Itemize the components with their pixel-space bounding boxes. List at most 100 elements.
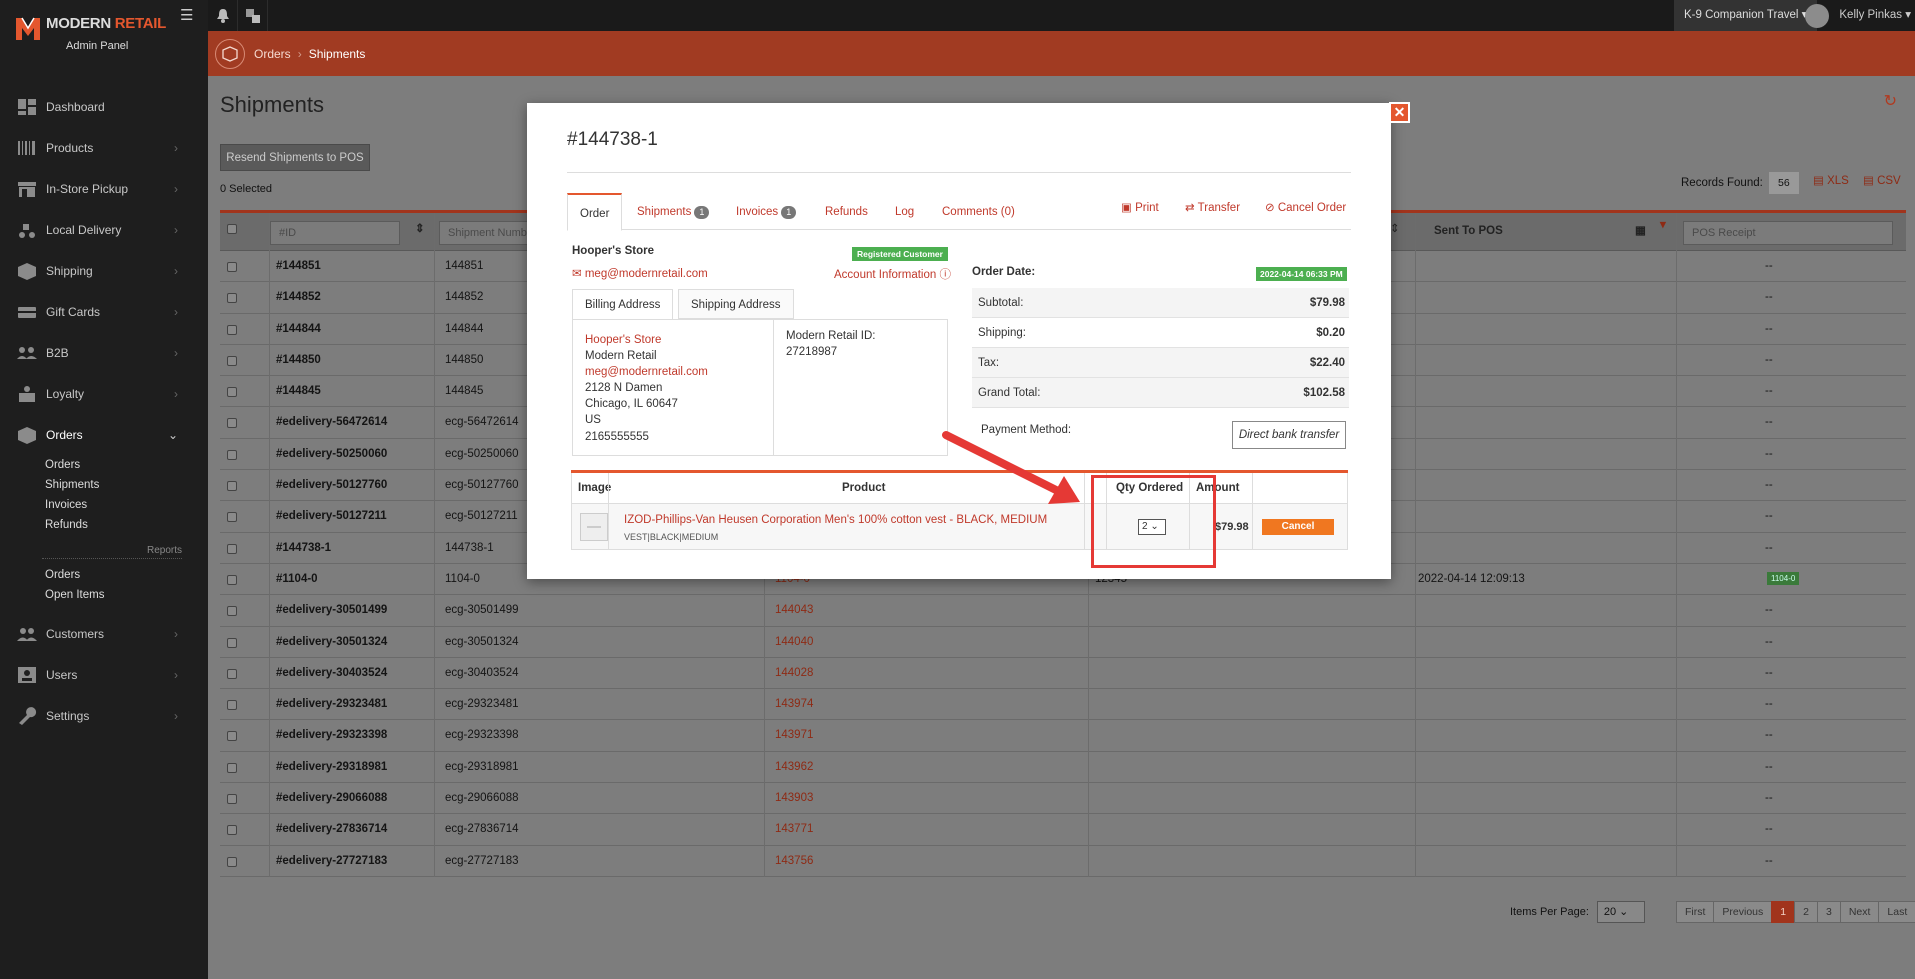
row-order-link[interactable]: 143903 bbox=[775, 792, 813, 804]
notifications-icon[interactable] bbox=[208, 0, 238, 31]
sidebar-item-b2b[interactable]: B2B › bbox=[0, 332, 208, 373]
row-checkbox[interactable] bbox=[227, 293, 237, 304]
page-first[interactable]: First bbox=[1676, 901, 1715, 923]
user-menu[interactable]: Kelly Pinkas ▾ bbox=[1805, 0, 1915, 31]
table-row[interactable]: #edelivery-30403524 ecg-30403524 144028 -- bbox=[220, 658, 1906, 690]
page-3[interactable]: 3 bbox=[1816, 901, 1841, 923]
close-modal-icon[interactable]: ✕ bbox=[1389, 102, 1410, 123]
row-order-link[interactable]: 144040 bbox=[775, 636, 813, 648]
id-filter-input[interactable]: #ID bbox=[270, 221, 400, 245]
account-information-link[interactable]: Account Information ⓘ bbox=[834, 266, 951, 282]
collapse-sidebar-icon[interactable]: ☰ bbox=[180, 6, 193, 24]
tab-log[interactable]: Log bbox=[895, 193, 914, 230]
row-checkbox[interactable] bbox=[227, 324, 237, 335]
row-order-link[interactable]: 144028 bbox=[775, 667, 813, 679]
store-selector[interactable]: K-9 Companion Travel ▾ bbox=[1674, 0, 1818, 31]
tab-invoices[interactable]: Invoices 1 bbox=[736, 193, 797, 230]
submenu-orders[interactable]: Orders bbox=[45, 455, 208, 475]
tab-order[interactable]: Order bbox=[567, 193, 623, 231]
apps-icon[interactable] bbox=[238, 0, 268, 31]
table-row[interactable]: #edelivery-29323481 ecg-29323481 143974 -- bbox=[220, 689, 1906, 721]
refresh-icon[interactable]: ↻ bbox=[1884, 91, 1897, 111]
sort-icon[interactable]: ⇕ bbox=[1390, 221, 1400, 235]
row-checkbox[interactable] bbox=[227, 512, 237, 523]
row-order-link[interactable]: 143971 bbox=[775, 729, 813, 741]
table-row[interactable]: #edelivery-30501324 ecg-30501324 144040 -- bbox=[220, 627, 1906, 658]
filter-caret-icon[interactable]: ▾ bbox=[1660, 217, 1666, 231]
submenu-open-items[interactable]: Open Items bbox=[45, 585, 208, 605]
row-checkbox[interactable] bbox=[227, 668, 237, 679]
resend-shipments-button[interactable]: Resend Shipments to POS bbox=[220, 144, 370, 171]
tab-shipping-address[interactable]: Shipping Address bbox=[678, 289, 794, 319]
sidebar-item-products[interactable]: Products › bbox=[0, 127, 208, 168]
row-checkbox[interactable] bbox=[227, 418, 237, 429]
row-order-link[interactable]: 143962 bbox=[775, 761, 813, 773]
page-next[interactable]: Next bbox=[1839, 901, 1880, 923]
row-order-link[interactable]: 143974 bbox=[775, 698, 813, 710]
row-order-link[interactable]: 143771 bbox=[775, 823, 813, 835]
export-csv-button[interactable]: ▤ CSV bbox=[1863, 173, 1901, 187]
billing-email-link[interactable]: meg@modernretail.com bbox=[585, 364, 761, 380]
print-button[interactable]: ▣ Print bbox=[1121, 200, 1159, 214]
row-checkbox[interactable] bbox=[227, 762, 237, 773]
cancel-order-button[interactable]: ⊘ Cancel Order bbox=[1265, 200, 1346, 214]
sidebar-item-customers[interactable]: Customers › bbox=[0, 613, 208, 654]
tab-comments[interactable]: Comments (0) bbox=[942, 193, 1015, 230]
tab-shipments[interactable]: Shipments 1 bbox=[637, 193, 710, 230]
billing-name-link[interactable]: Hooper's Store bbox=[585, 332, 761, 348]
tab-billing-address[interactable]: Billing Address bbox=[572, 289, 674, 320]
row-checkbox[interactable] bbox=[227, 262, 237, 272]
row-checkbox[interactable] bbox=[227, 637, 237, 648]
row-checkbox[interactable] bbox=[227, 825, 237, 836]
page-previous[interactable]: Previous bbox=[1713, 901, 1773, 923]
row-checkbox[interactable] bbox=[227, 731, 237, 742]
cancel-item-button[interactable]: Cancel bbox=[1262, 519, 1334, 535]
sidebar-item-in-store-pickup[interactable]: In-Store Pickup › bbox=[0, 168, 208, 209]
export-xls-button[interactable]: ▤ XLS bbox=[1813, 173, 1849, 187]
row-checkbox[interactable] bbox=[227, 574, 237, 585]
sort-icon[interactable]: ⇕ bbox=[415, 221, 425, 235]
calendar-icon[interactable]: ▦ bbox=[1635, 223, 1646, 237]
pos-receipt-filter-input[interactable]: POS Receipt bbox=[1683, 221, 1893, 245]
submenu-shipments[interactable]: Shipments bbox=[45, 475, 208, 495]
row-checkbox[interactable] bbox=[227, 355, 237, 366]
page-2[interactable]: 2 bbox=[1794, 901, 1818, 923]
sent-to-pos-header[interactable]: Sent To POS bbox=[1434, 225, 1503, 237]
table-row[interactable]: #edelivery-29323398 ecg-29323398 143971 -- bbox=[220, 720, 1906, 752]
table-row[interactable]: #edelivery-29318981 ecg-29318981 143962 -- bbox=[220, 752, 1906, 784]
sidebar-item-local-delivery[interactable]: Local Delivery › bbox=[0, 209, 208, 250]
product-name-link[interactable]: IZOD-Phillips-Van Heusen Corporation Men… bbox=[624, 514, 1047, 526]
submenu-invoices[interactable]: Invoices bbox=[45, 495, 208, 515]
sidebar-item-shipping[interactable]: Shipping › bbox=[0, 250, 208, 291]
sidebar-item-users[interactable]: Users › bbox=[0, 654, 208, 695]
sidebar-item-dashboard[interactable]: Dashboard bbox=[0, 86, 208, 127]
breadcrumb-orders[interactable]: Orders bbox=[254, 47, 291, 61]
submenu-refunds[interactable]: Refunds bbox=[45, 515, 208, 535]
row-order-link[interactable]: 144043 bbox=[775, 604, 813, 616]
sidebar-item-orders[interactable]: Orders ⌄ bbox=[0, 414, 208, 455]
select-all-checkbox[interactable] bbox=[227, 224, 237, 234]
page-1[interactable]: 1 bbox=[1771, 901, 1796, 923]
table-row[interactable]: #edelivery-29066088 ecg-29066088 143903 -- bbox=[220, 783, 1906, 815]
orders-box-icon[interactable] bbox=[215, 38, 245, 69]
sidebar-item-settings[interactable]: Settings › bbox=[0, 695, 208, 736]
table-row[interactable]: #edelivery-27727183 ecg-27727183 143756 -- bbox=[220, 846, 1906, 877]
tab-refunds[interactable]: Refunds bbox=[825, 193, 868, 230]
row-checkbox[interactable] bbox=[227, 794, 237, 805]
sidebar-item-loyalty[interactable]: Loyalty › bbox=[0, 373, 208, 414]
row-checkbox[interactable] bbox=[227, 606, 237, 617]
items-per-page-select[interactable]: 20 ⌄ bbox=[1596, 901, 1645, 923]
row-checkbox[interactable] bbox=[227, 481, 237, 492]
row-checkbox[interactable] bbox=[227, 856, 237, 867]
row-checkbox[interactable] bbox=[227, 543, 237, 554]
table-row[interactable]: #edelivery-27836714 ecg-27836714 143771 -- bbox=[220, 814, 1906, 846]
row-checkbox[interactable] bbox=[227, 449, 237, 460]
row-checkbox[interactable] bbox=[227, 387, 237, 398]
customer-email-link[interactable]: ✉ meg@modernretail.com bbox=[572, 266, 708, 280]
sidebar-item-gift-cards[interactable]: Gift Cards › bbox=[0, 291, 208, 332]
submenu-report-orders[interactable]: Orders bbox=[45, 565, 208, 585]
table-row[interactable]: #edelivery-30501499 ecg-30501499 144043 -- bbox=[220, 595, 1906, 627]
row-order-link[interactable]: 143756 bbox=[775, 855, 813, 867]
transfer-button[interactable]: ⇄ Transfer bbox=[1185, 200, 1240, 214]
page-last[interactable]: Last bbox=[1878, 901, 1915, 923]
